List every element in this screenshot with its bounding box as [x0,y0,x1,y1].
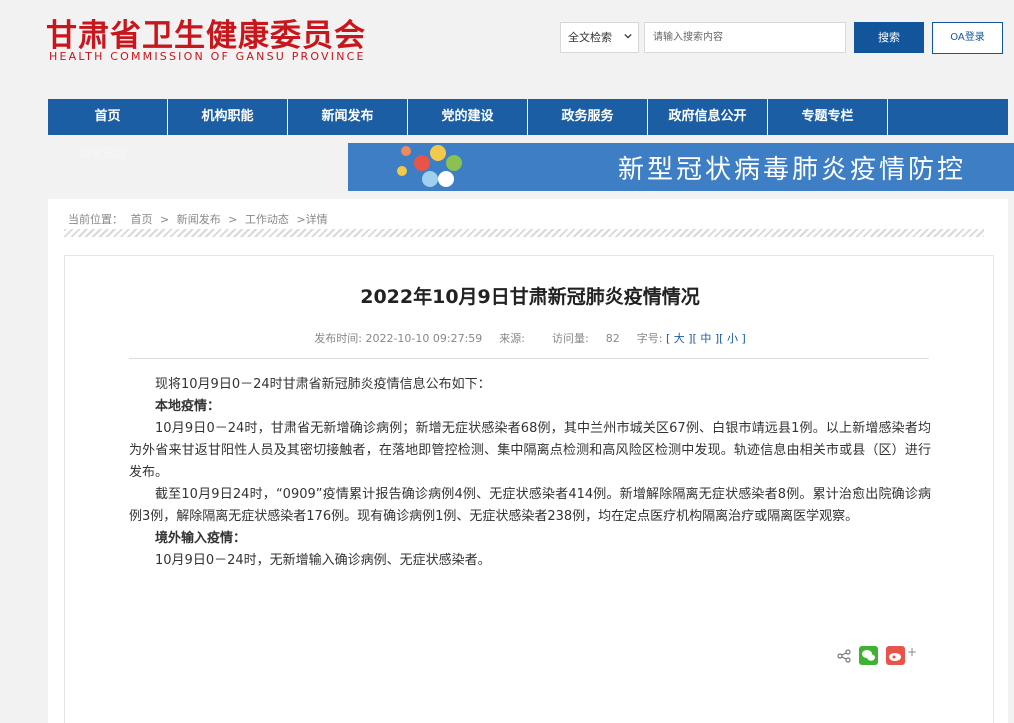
views-count: 82 [605,332,620,345]
article-meta: 发布时间: 2022-10-10 09:27:59 来源: 访问量: 82 字号… [314,332,746,345]
site-logo-cn[interactable]: 甘肃省卫生健康委员会 [46,10,366,55]
breadcrumb-home[interactable]: 首页 [131,213,153,226]
nav-item-news[interactable]: 新闻发布 [288,99,408,135]
paragraph: 截至10月9日24时，“0909”疫情累计报告确诊病例4例、无症状感染者414例… [129,487,931,524]
wechat-share-icon[interactable] [859,646,878,665]
paragraph: 现将10月9日0－24时甘肃省新冠肺炎疫情信息公布如下： [155,377,491,392]
content-area: 当前位置： 首页 > 新闻发布 > 工作动态 >详情 2022年10月9日甘肃新… [48,199,1008,723]
search-placeholder: 请输入搜索内容 [653,32,723,43]
search-input[interactable]: 请输入搜索内容 [644,22,846,53]
share-icon[interactable] [837,648,851,663]
search-scope-value: 全文检索 [568,31,612,44]
flower-logo-icon [397,145,462,187]
font-small-link[interactable]: 小 [727,332,738,345]
source-label: 来源: [499,332,526,345]
nav-item-reform[interactable]: 深化医改 [79,144,127,161]
main-nav: 首页 机构职能 新闻发布 党的建设 政务服务 政府信息公开 专题专栏 [48,99,1008,135]
font-size-label: 字号: [636,332,663,345]
paragraph: 10月9日0－24时，无新增输入确诊病例、无症状感染者。 [155,553,491,568]
share-bar: + [837,645,917,665]
search-button[interactable]: 搜索 [854,22,924,53]
article-body: 现将10月9日0－24时甘肃省新冠肺炎疫情信息公布如下： 本地疫情： 10月9日… [129,374,931,572]
nav-item-topics[interactable]: 专题专栏 [768,99,888,135]
breadcrumb-sep: > [160,213,170,226]
search-scope-select[interactable]: 全文检索 [560,22,639,53]
nav-item-extra[interactable] [888,99,1008,135]
header: 甘肃省卫生健康委员会 HEALTH COMMISSION OF GANSU PR… [0,0,1014,95]
nav-item-gov-info[interactable]: 政府信息公开 [648,99,768,135]
section-heading-imported: 境外输入疫情： [155,531,247,546]
nav-item-services[interactable]: 政务服务 [528,99,648,135]
section-heading-local: 本地疫情： [155,399,221,414]
breadcrumb-work[interactable]: 工作动态 [245,213,289,226]
more-share-icon[interactable]: + [907,645,917,659]
nav-item-organization[interactable]: 机构职能 [168,99,288,135]
site-logo-en: HEALTH COMMISSION OF GANSU PROVINCE [49,50,366,63]
publish-label: 发布时间: [314,332,362,345]
font-medium-link[interactable]: 中 [700,332,711,345]
breadcrumb: 当前位置： 首页 > 新闻发布 > 工作动态 >详情 [68,211,332,227]
article-title: 2022年10月9日甘肃新冠肺炎疫情情况 [360,286,700,308]
publish-time: 2022-10-10 09:27:59 [365,332,483,345]
meta-divider [129,358,929,359]
chevron-down-icon [624,33,632,39]
views-label: 访问量: [552,332,589,345]
paragraph: 10月9日0－24时，甘肃省无新增确诊病例；新增无症状感染者68例，其中兰州市城… [129,421,931,480]
breadcrumb-detail: >详情 [296,213,328,226]
epidemic-banner[interactable]: 新型冠状病毒肺炎疫情防控 [348,143,1014,191]
breadcrumb-news[interactable]: 新闻发布 [177,213,221,226]
article: 2022年10月9日甘肃新冠肺炎疫情情况 发布时间: 2022-10-10 09… [64,255,994,723]
banner-text: 新型冠状病毒肺炎疫情防控 [618,155,967,185]
breadcrumb-label: 当前位置： [68,213,123,226]
breadcrumb-sep: > [228,213,238,226]
nav-item-home[interactable]: 首页 [48,99,168,135]
weibo-share-icon[interactable] [886,646,905,665]
oa-login-button[interactable]: OA登录 [932,22,1003,54]
hatch-divider [64,229,984,237]
font-large-link[interactable]: 大 [674,332,685,345]
nav-item-party[interactable]: 党的建设 [408,99,528,135]
